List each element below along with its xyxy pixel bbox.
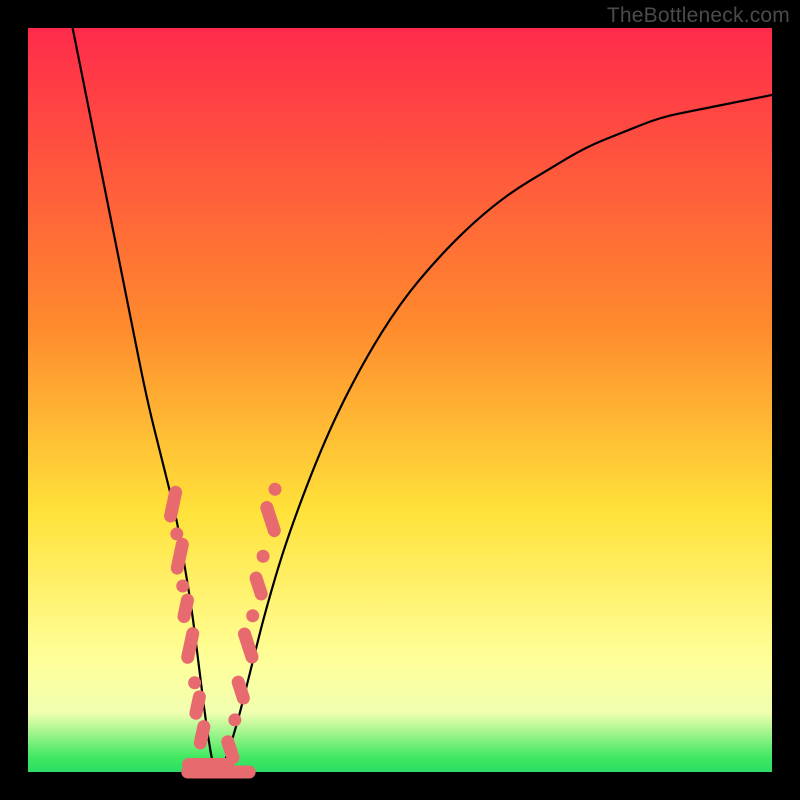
marker-dot <box>246 609 259 622</box>
marker-capsule <box>181 766 255 779</box>
marker-dot <box>269 483 282 496</box>
plot-area <box>28 28 772 772</box>
marker-dot <box>257 550 270 563</box>
marker-capsule <box>259 499 283 538</box>
marker-dot <box>188 676 201 689</box>
watermark-text: TheBottleneck.com <box>607 4 790 28</box>
marker-capsule <box>248 570 270 602</box>
marker-group <box>163 483 283 779</box>
marker-dot <box>228 713 241 726</box>
marker-capsule <box>170 537 190 576</box>
bottleneck-curve <box>73 28 772 772</box>
marker-dot <box>176 580 189 593</box>
marker-capsule <box>163 485 183 524</box>
curve-layer <box>28 28 772 772</box>
chart-frame: TheBottleneck.com <box>0 0 800 800</box>
